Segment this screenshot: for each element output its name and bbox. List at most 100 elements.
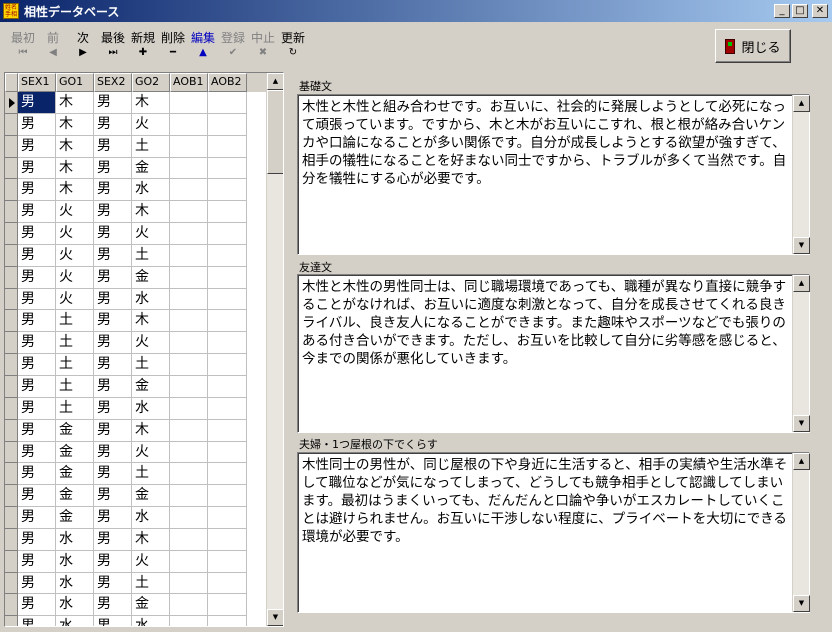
table-row[interactable]: 男水男火 [5,550,267,573]
grid-cell[interactable] [208,616,247,626]
grid-cell[interactable]: 男 [18,550,56,573]
grid-cell[interactable]: 土 [132,354,170,376]
grid-cell[interactable]: 男 [94,157,132,180]
grid-cell[interactable]: 火 [132,441,170,464]
grid-cell[interactable]: 男 [94,375,132,398]
row-indicator[interactable] [5,463,18,486]
grid-cell[interactable]: 男 [18,113,56,136]
grid-cell[interactable]: 男 [18,157,56,180]
grid-cell[interactable]: 火 [56,244,94,267]
grid-cell[interactable] [170,572,208,595]
memo-couple[interactable]: 木性同士の男性が、同じ屋根の下や身近に生活すると、相手の実績や生活水準そして職位… [297,452,810,613]
grid-cell[interactable]: 男 [18,288,56,311]
grid-cell[interactable]: 男 [94,135,132,158]
grid-cell[interactable]: 男 [94,528,132,551]
grid-cell[interactable] [170,375,208,398]
table-row[interactable]: 男水男木 [5,528,267,551]
column-header-go1[interactable]: GO1 [56,73,94,92]
grid-cell[interactable] [208,419,247,442]
grid-cell[interactable]: 男 [94,441,132,464]
grid-cell[interactable]: 木 [132,528,170,551]
grid-cell[interactable]: 水 [132,507,170,529]
new-button[interactable]: 新規 ✚ [128,28,158,64]
grid-cell[interactable]: 金 [132,266,170,289]
memo-couple-scrollbar[interactable]: ▲ ▼ [792,453,810,612]
grid-cell[interactable] [208,572,247,595]
grid-cell[interactable] [208,594,247,617]
table-row[interactable]: 男水男水 [5,616,267,626]
grid-cell[interactable]: 火 [56,201,94,224]
current-row-indicator-icon[interactable] [5,92,18,114]
grid-cell[interactable] [208,223,247,245]
row-indicator[interactable] [5,616,18,626]
grid-cell[interactable]: 男 [18,441,56,464]
column-header-go2[interactable]: GO2 [132,73,170,92]
edit-button[interactable]: 編集 ▲ [188,28,218,64]
grid-cell[interactable]: 男 [94,507,132,529]
next-button[interactable]: 次 ▶ [68,28,98,64]
table-row[interactable]: 男金男金 [5,485,267,508]
row-indicator[interactable] [5,135,18,158]
grid-cell[interactable]: 男 [94,310,132,333]
row-indicator[interactable] [5,572,18,595]
grid-cell[interactable]: 男 [18,223,56,245]
grid-cell[interactable]: 土 [56,332,94,355]
table-row[interactable]: 男火男金 [5,266,267,289]
grid-cell[interactable]: 男 [94,485,132,508]
row-indicator[interactable] [5,528,18,551]
grid-cell[interactable]: 水 [132,288,170,311]
memo-basic[interactable]: 木性と木性と組み合わせです。お互いに、社会的に発展しようとして必死になって頑張っ… [297,94,810,255]
row-indicator[interactable] [5,397,18,420]
grid-cell[interactable] [208,244,247,267]
grid-cell[interactable]: 火 [56,288,94,311]
grid-cell[interactable]: 男 [18,201,56,224]
grid-cell[interactable] [208,332,247,355]
grid-cell[interactable]: 男 [18,485,56,508]
grid-cell[interactable]: 水 [56,594,94,617]
grid-cell[interactable]: 男 [94,594,132,617]
row-indicator[interactable] [5,375,18,398]
scroll-down-arrow-icon[interactable]: ▼ [267,609,283,626]
scroll-down-arrow-icon[interactable]: ▼ [793,415,810,432]
row-indicator[interactable] [5,223,18,245]
grid-cell[interactable]: 金 [132,594,170,617]
grid-cell[interactable]: 男 [94,463,132,486]
grid-cell[interactable]: 火 [56,223,94,245]
column-header-sex2[interactable]: SEX2 [94,73,132,92]
table-row[interactable]: 男火男火 [5,223,267,245]
grid-cell[interactable] [208,310,247,333]
grid-cell[interactable] [208,507,247,529]
table-row[interactable]: 男水男金 [5,594,267,617]
grid-cell[interactable]: 火 [132,223,170,245]
scroll-up-arrow-icon[interactable]: ▲ [793,453,810,470]
grid-cell[interactable]: 水 [56,572,94,595]
grid-cell[interactable] [170,528,208,551]
grid-cell[interactable] [208,463,247,486]
row-indicator[interactable] [5,179,18,202]
row-indicator[interactable] [5,113,18,136]
grid-cell[interactable] [170,550,208,573]
grid-cell[interactable]: 土 [132,572,170,595]
table-row[interactable]: 男土男水 [5,397,267,420]
grid-cell[interactable]: 土 [56,310,94,333]
grid-cell[interactable]: 木 [132,310,170,333]
grid-cell[interactable] [170,266,208,289]
grid-cell[interactable]: 男 [18,310,56,333]
grid-cell[interactable]: 金 [132,485,170,508]
grid-cell[interactable]: 男 [18,375,56,398]
grid-cell[interactable] [208,550,247,573]
grid-cell[interactable] [170,441,208,464]
grid-cell[interactable] [170,135,208,158]
grid-cell[interactable]: 火 [56,266,94,289]
grid-cell[interactable] [208,157,247,180]
grid-cell[interactable]: 木 [56,179,94,202]
table-row[interactable]: 男火男土 [5,244,267,267]
grid-cell[interactable]: 男 [18,463,56,486]
grid-cell[interactable] [208,135,247,158]
grid-cell[interactable]: 水 [132,179,170,202]
grid-cell[interactable] [170,223,208,245]
memo-basic-scrollbar[interactable]: ▲ ▼ [792,95,810,254]
row-indicator[interactable] [5,201,18,224]
scroll-thumb[interactable] [267,90,283,174]
grid-cell[interactable]: 男 [18,528,56,551]
